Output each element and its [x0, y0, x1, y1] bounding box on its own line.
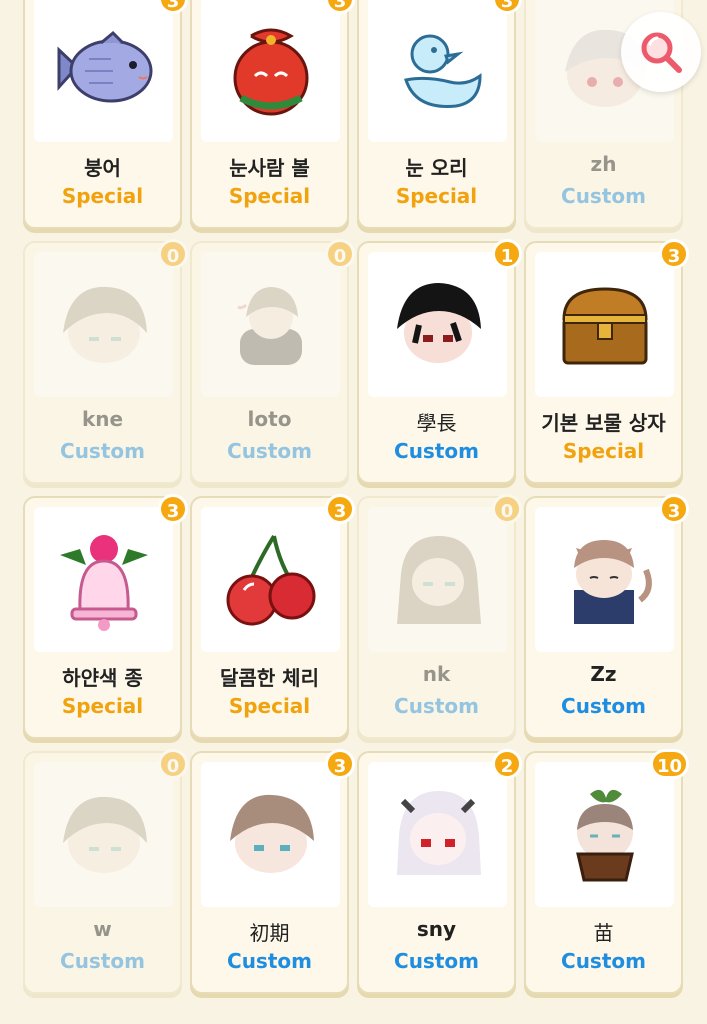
item-card[interactable]: 0 kne Custom [23, 239, 188, 484]
search-button[interactable] [621, 12, 701, 92]
item-type-label: Custom [60, 949, 145, 973]
item-card[interactable]: 10 苗 Custom [524, 749, 689, 994]
item-card[interactable]: 3 初期 Custom [190, 749, 355, 994]
count-badge: 3 [325, 494, 355, 524]
item-type-label: Custom [561, 184, 646, 208]
count-badge: 0 [325, 239, 355, 269]
snow-duck-icon [388, 20, 488, 120]
item-name: 눈 오리 [405, 156, 468, 180]
item-type-label: Special [562, 439, 645, 463]
count-badge: 3 [659, 239, 689, 269]
item-name: 눈사람 볼 [229, 156, 310, 180]
fish-bread-icon [49, 25, 159, 115]
item-card[interactable]: 3 하얀색 종 Special [23, 494, 188, 739]
item-type-label: Custom [227, 439, 312, 463]
white-bell-icon [54, 525, 154, 635]
item-card[interactable]: 3 눈사람 볼 Special [190, 0, 355, 229]
item-name: 달콤한 체리 [220, 666, 319, 690]
item-thumbnail [535, 252, 674, 397]
item-thumbnail [201, 252, 340, 397]
item-thumbnail [368, 252, 507, 397]
count-badge: 0 [158, 749, 188, 779]
item-name: 기본 보물 상자 [541, 411, 666, 435]
white-hair-red-eye-icon [383, 785, 493, 885]
ash-hair-cat-icon [216, 275, 326, 375]
item-card[interactable]: 2 sny Custom [357, 749, 522, 994]
item-thumbnail [535, 762, 674, 907]
item-type-label: Custom [394, 949, 479, 973]
sprout-pot-face-icon [550, 780, 660, 890]
count-badge: 2 [492, 749, 522, 779]
item-card[interactable]: 3 붕어 Special [23, 0, 188, 229]
item-type-label: Custom [394, 694, 479, 718]
item-type-label: Special [228, 694, 311, 718]
item-thumbnail [368, 762, 507, 907]
item-name: Zz [590, 662, 617, 686]
item-name: nk [422, 662, 451, 686]
item-card[interactable]: 0 loto Custom [190, 239, 355, 484]
item-name: kne [81, 407, 124, 431]
item-name: w [93, 917, 112, 941]
item-name: sny [416, 917, 457, 941]
item-card[interactable]: 3 달콤한 체리 Special [190, 494, 355, 739]
item-type-label: Custom [561, 949, 646, 973]
item-thumbnail [34, 762, 173, 907]
item-type-label: Custom [227, 949, 312, 973]
snowman-ball-icon [221, 20, 321, 120]
item-thumbnail [201, 507, 340, 652]
item-card[interactable]: 1 學長 Custom [357, 239, 522, 484]
item-name: 初期 [249, 921, 290, 945]
item-type-label: Custom [60, 439, 145, 463]
item-thumbnail [201, 762, 340, 907]
item-card[interactable]: 3눈 오리 Special [357, 0, 522, 229]
sweet-cherry-icon [216, 530, 326, 630]
item-type-label: Special [395, 184, 478, 208]
treasure-chest-icon [550, 275, 660, 375]
item-name: loto [247, 407, 292, 431]
item-type-label: Custom [394, 439, 479, 463]
magnifier-icon [641, 32, 682, 73]
brown-hair-face-icon [216, 785, 326, 885]
ash-hair-face-icon [49, 275, 159, 375]
item-name: 學長 [416, 411, 457, 435]
count-badge: 10 [649, 749, 689, 779]
item-thumbnail [201, 0, 340, 142]
item-thumbnail [34, 0, 173, 142]
item-card[interactable]: 3 기본 보물 상자 Special [524, 239, 689, 484]
count-badge: 3 [325, 749, 355, 779]
item-name: 苗 [593, 921, 614, 945]
item-name: zh [590, 152, 617, 176]
item-type-label: Special [61, 694, 144, 718]
item-thumbnail [368, 0, 507, 142]
black-hair-face-icon [383, 275, 493, 375]
item-grid: 3 붕어 Special 3 눈사람 볼 Special 3 눈 오리 Special zh Cus… [23, 0, 689, 994]
long-hair-girl-icon [383, 530, 493, 630]
item-name: 붕어 [84, 156, 121, 180]
count-badge: 1 [492, 239, 522, 269]
item-type-label: Special [228, 184, 311, 208]
item-thumbnail [34, 252, 173, 397]
item-thumbnail [535, 507, 674, 652]
item-type-label: Custom [561, 694, 646, 718]
item-name: 하얀색 종 [62, 666, 143, 690]
cat-ear-boy-icon [550, 530, 660, 630]
item-card[interactable]: 0 w Custom [23, 749, 188, 994]
count-badge: 0 [158, 239, 188, 269]
item-card[interactable]: 3 Zz Custom [524, 494, 689, 739]
count-badge: 3 [659, 494, 689, 524]
ash-hair-face-icon [49, 785, 159, 885]
item-card[interactable]: 0 nk Custom [357, 494, 522, 739]
item-type-label: Special [61, 184, 144, 208]
item-thumbnail [34, 507, 173, 652]
count-badge: 0 [492, 494, 522, 524]
count-badge: 3 [158, 494, 188, 524]
item-thumbnail [368, 507, 507, 652]
